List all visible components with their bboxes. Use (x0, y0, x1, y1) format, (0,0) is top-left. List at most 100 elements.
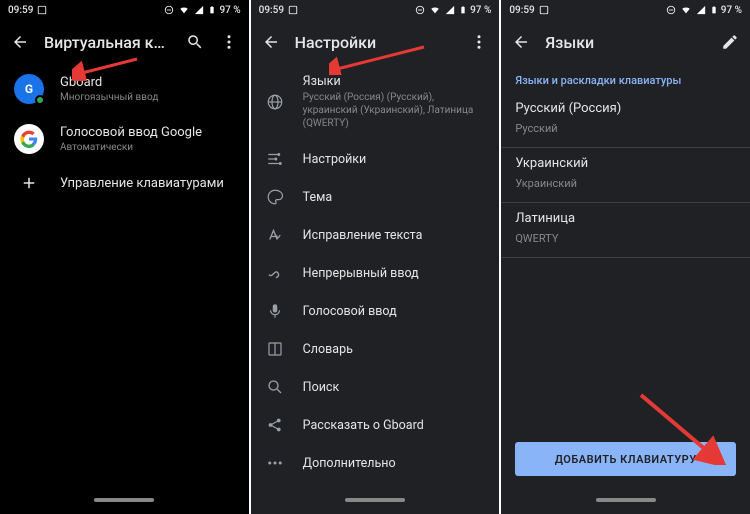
back-button[interactable] (10, 32, 30, 52)
search-icon (265, 378, 285, 396)
appbar: Настройки (251, 20, 500, 64)
lang-name: Латиница (515, 211, 736, 226)
page-title: Языки (545, 33, 706, 52)
navbar[interactable] (0, 486, 249, 514)
edit-button[interactable] (720, 32, 740, 52)
statusbar: 09:59 97 % (251, 0, 500, 20)
row-title: Рассказать о Gboard (303, 418, 486, 433)
screenshot-icon (288, 5, 298, 15)
screenshot-icon (37, 5, 47, 15)
language-item-ukrainian[interactable]: Украинский Украинский (501, 148, 750, 203)
status-battery: 97 % (219, 5, 240, 16)
google-icon (14, 124, 44, 154)
page-title: Виртуальная клавиа... (44, 33, 171, 52)
section-title: Языки и раскладки клавиатуры (501, 64, 750, 93)
back-button[interactable] (511, 32, 531, 52)
lang-name: Украинский (515, 156, 736, 171)
language-item-russian[interactable]: Русский (Россия) Русский (501, 93, 750, 148)
back-button[interactable] (261, 32, 281, 52)
gboard-item[interactable]: G Gboard Многоязычный ввод (0, 64, 249, 114)
navbar[interactable] (251, 486, 500, 514)
item-title: Gboard (60, 75, 235, 90)
row-title: Голосовой ввод (303, 304, 486, 319)
dots-icon (265, 454, 285, 472)
share-item[interactable]: Рассказать о Gboard (251, 406, 500, 444)
battery-icon (208, 4, 216, 16)
manage-keyboards[interactable]: Управление клавиатурами (0, 164, 249, 202)
item-subtitle: Автоматически (60, 142, 235, 153)
sliders-icon (265, 150, 285, 168)
gboard-icon: G (14, 74, 44, 104)
voice-typing-item[interactable]: Голосовой ввод (251, 292, 500, 330)
battery-icon (710, 4, 718, 16)
status-time: 09:59 (509, 5, 534, 16)
dnd-icon (164, 5, 174, 15)
phone-1: 09:59 97 % Виртуальная клавиа... G Gboar… (0, 0, 249, 514)
statusbar: 09:59 97 % (501, 0, 750, 20)
item-subtitle: Многоязычный ввод (60, 92, 235, 103)
row-title: Исправление текста (303, 228, 486, 243)
row-title: Поиск (303, 380, 486, 395)
lang-layout: QWERTY (515, 232, 736, 245)
book-icon (265, 340, 285, 358)
item-title: Голосовой ввод Google (60, 125, 235, 140)
lang-layout: Украинский (515, 177, 736, 190)
signal-icon (696, 5, 706, 15)
row-title: Тема (303, 190, 486, 205)
mic-icon (265, 302, 285, 320)
signal-icon (194, 5, 204, 15)
statusbar: 09:59 97 % (0, 0, 249, 20)
languages-item[interactable]: Языки Русский (Россия) (Русский), украин… (251, 64, 500, 140)
signal-icon (445, 5, 455, 15)
phone-3: 09:59 97 % Языки Языки и раскладки клави… (501, 0, 750, 514)
dnd-icon (666, 5, 676, 15)
row-title: Словарь (303, 342, 486, 357)
keyboard-list: G Gboard Многоязычный ввод Голосовой вво… (0, 64, 249, 486)
globe-icon (265, 93, 285, 111)
wifi-icon (429, 5, 441, 15)
dnd-icon (415, 5, 425, 15)
text-correction-item[interactable]: Исправление текста (251, 216, 500, 254)
add-button-label: ДОБАВИТЬ КЛАВИАТУРУ (555, 453, 697, 466)
search-item[interactable]: Поиск (251, 368, 500, 406)
share-icon (265, 416, 285, 434)
page-title: Настройки (295, 33, 456, 52)
theme-item[interactable]: Тема (251, 178, 500, 216)
wifi-icon (178, 5, 190, 15)
plus-icon (14, 174, 44, 192)
status-time: 09:59 (8, 5, 33, 16)
status-battery: 97 % (721, 5, 742, 16)
status-time: 09:59 (259, 5, 284, 16)
screenshot-icon (539, 5, 549, 15)
search-button[interactable] (185, 32, 205, 52)
row-title: Дополнительно (303, 456, 486, 471)
preferences-item[interactable]: Настройки (251, 140, 500, 178)
google-voice-item[interactable]: Голосовой ввод Google Автоматически (0, 114, 249, 164)
lang-name: Русский (Россия) (515, 101, 736, 116)
row-title: Языки (303, 74, 486, 89)
palette-icon (265, 188, 285, 206)
row-title: Непрерывный ввод (303, 266, 486, 281)
battery-icon (459, 4, 467, 16)
status-battery: 97 % (470, 5, 491, 16)
settings-list: Языки Русский (Россия) (Русский), украин… (251, 64, 500, 486)
lang-layout: Русский (515, 122, 736, 135)
overflow-button[interactable] (219, 32, 239, 52)
wifi-icon (680, 5, 692, 15)
dictionary-item[interactable]: Словарь (251, 330, 500, 368)
language-item-latin[interactable]: Латиница QWERTY (501, 203, 750, 258)
gesture-icon (265, 264, 285, 282)
glide-typing-item[interactable]: Непрерывный ввод (251, 254, 500, 292)
manage-label: Управление клавиатурами (60, 176, 235, 191)
text-icon (265, 226, 285, 244)
appbar: Виртуальная клавиа... (0, 20, 249, 64)
appbar: Языки (501, 20, 750, 64)
advanced-item[interactable]: Дополнительно (251, 444, 500, 482)
row-subtitle: Русский (Россия) (Русский), украинский (… (303, 91, 486, 130)
navbar[interactable] (501, 486, 750, 514)
language-list: Русский (Россия) Русский Украинский Укра… (501, 93, 750, 268)
overflow-button[interactable] (469, 32, 489, 52)
row-title: Настройки (303, 152, 486, 167)
phone-2: 09:59 97 % Настройки Языки Русский (Росс… (251, 0, 500, 514)
add-keyboard-button[interactable]: ДОБАВИТЬ КЛАВИАТУРУ (515, 442, 736, 476)
